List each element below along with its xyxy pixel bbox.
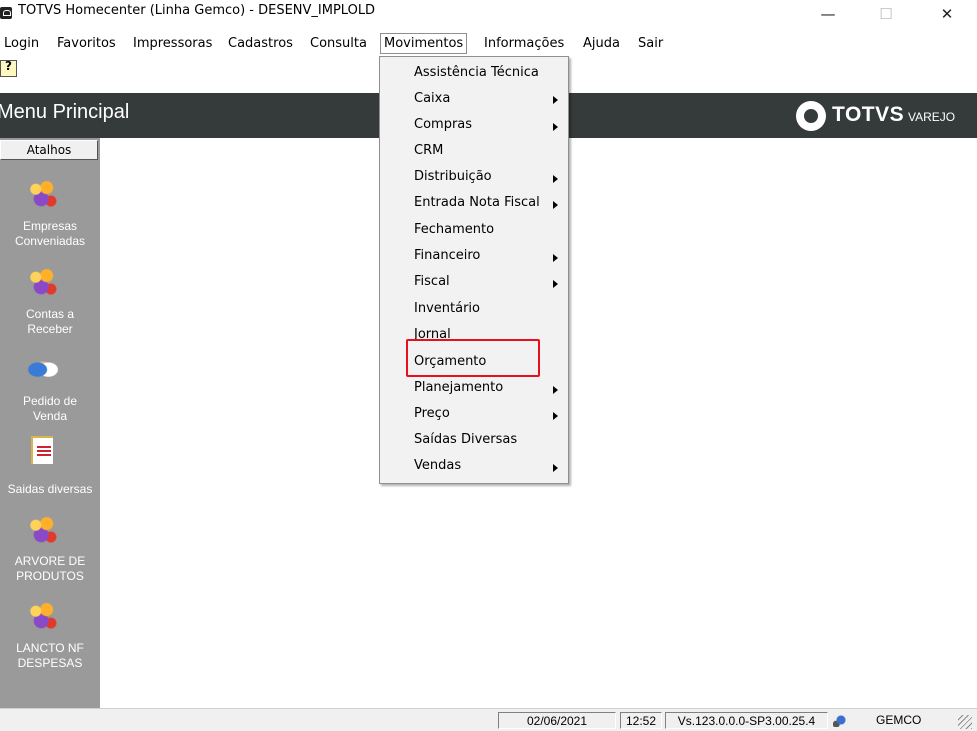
submenu-arrow-icon — [553, 123, 558, 131]
menu-item-inventario[interactable]: Inventário — [414, 301, 480, 316]
menu-movimentos[interactable]: Movimentos — [380, 33, 468, 54]
shortcut-label: Contas a — [25, 307, 75, 321]
movimentos-dropdown: Assistência Técnica Caixa Compras CRM Di… — [379, 56, 569, 484]
menubar: Login Favoritos Impressoras Cadastros Co… — [0, 32, 977, 57]
shortcut-label: Conveniadas — [14, 234, 86, 248]
status-time: 12:52 — [620, 712, 662, 729]
network-icon — [833, 713, 849, 727]
people-group-icon — [25, 178, 61, 210]
submenu-arrow-icon — [553, 280, 558, 288]
window-titlebar: TOTVS Homecenter (Linha Gemco) - DESENV_… — [0, 0, 977, 31]
menu-item-distribuicao[interactable]: Distribuição — [414, 169, 492, 184]
menu-consulta[interactable]: Consulta — [310, 36, 367, 51]
menu-item-saidas-diversas[interactable]: Saídas Diversas — [414, 432, 517, 447]
shortcut-label: LANCTO NF — [16, 641, 84, 655]
shortcut-arvore-de-produtos[interactable]: ARVORE DE PRODUTOS — [0, 514, 100, 589]
menu-ajuda[interactable]: Ajuda — [583, 36, 620, 51]
close-button[interactable]: ✕ — [924, 0, 970, 30]
status-date: 02/06/2021 — [498, 712, 616, 729]
submenu-arrow-icon — [553, 464, 558, 472]
submenu-arrow-icon — [553, 175, 558, 183]
menu-impressoras[interactable]: Impressoras — [133, 36, 212, 51]
menu-cadastros[interactable]: Cadastros — [228, 36, 293, 51]
shortcut-label: Empresas — [22, 219, 78, 233]
shortcut-label: Saidas diversas — [7, 482, 93, 496]
tab-atalhos[interactable]: Atalhos — [0, 140, 98, 160]
menu-item-entrada-nota-fiscal[interactable]: Entrada Nota Fiscal — [414, 195, 540, 210]
submenu-arrow-icon — [553, 201, 558, 209]
submenu-arrow-icon — [553, 254, 558, 262]
menu-item-caixa[interactable]: Caixa — [414, 91, 450, 106]
menu-favoritos[interactable]: Favoritos — [57, 36, 116, 51]
menu-item-vendas[interactable]: Vendas — [414, 458, 461, 473]
submenu-arrow-icon — [553, 96, 558, 104]
menu-item-crm[interactable]: CRM — [414, 143, 443, 158]
totvs-logo-icon — [796, 101, 826, 131]
menu-item-fiscal[interactable]: Fiscal — [414, 274, 450, 289]
menu-item-planejamento[interactable]: Planejamento — [414, 380, 503, 395]
shortcut-contas-a-receber[interactable]: Contas a Receber — [0, 266, 100, 341]
people-group-icon — [25, 266, 61, 298]
shortcut-label: PRODUTOS — [16, 569, 84, 583]
menu-informacoes[interactable]: Informações — [484, 36, 564, 51]
shortcut-label: ARVORE DE — [14, 554, 86, 568]
handshake-icon — [25, 352, 61, 384]
status-version: Vs.123.0.0.0-SP3.00.25.4 — [665, 712, 828, 729]
submenu-arrow-icon — [553, 412, 558, 420]
shortcut-label: Pedido de — [22, 394, 78, 408]
menu-item-assistencia-tecnica[interactable]: Assistência Técnica — [414, 65, 539, 80]
minimize-button[interactable]: — — [805, 0, 851, 30]
document-icon — [25, 436, 61, 468]
shortcut-saidas-diversas[interactable]: Saidas diversas — [0, 436, 100, 501]
menu-item-compras[interactable]: Compras — [414, 117, 472, 132]
menu-item-preco[interactable]: Preço — [414, 406, 450, 421]
menu-login[interactable]: Login — [4, 36, 39, 51]
app-icon[interactable] — [0, 7, 12, 19]
shortcut-pedido-de-venda[interactable]: Pedido de Venda — [0, 352, 100, 427]
maximize-button[interactable]: ☐ — [863, 0, 909, 30]
shortcut-label: Receber — [27, 322, 73, 336]
logo-sub: VAREJO — [908, 110, 956, 124]
shortcut-label: DESPESAS — [17, 656, 83, 670]
people-group-icon — [25, 600, 61, 632]
status-user: GEMCO — [876, 713, 922, 727]
submenu-arrow-icon — [553, 386, 558, 394]
menu-item-financeiro[interactable]: Financeiro — [414, 248, 480, 263]
menu-item-fechamento[interactable]: Fechamento — [414, 222, 494, 237]
shortcut-lancto-nf-despesas[interactable]: LANCTO NF DESPESAS — [0, 600, 100, 675]
orcamento-highlight-box — [406, 339, 540, 377]
menu-sair[interactable]: Sair — [638, 36, 663, 51]
shortcut-label: Venda — [32, 409, 68, 423]
resize-grip-icon[interactable] — [958, 715, 972, 729]
window-title: TOTVS Homecenter (Linha Gemco) - DESENV_… — [18, 3, 376, 18]
statusbar: 02/06/2021 12:52 Vs.123.0.0.0-SP3.00.25.… — [0, 708, 977, 731]
sidebar: Atalhos Empresas Conveniadas Contas a Re… — [0, 138, 100, 708]
shortcut-empresas-conveniadas[interactable]: Empresas Conveniadas — [0, 178, 100, 253]
page-title: Menu Principal — [0, 101, 130, 123]
help-icon[interactable] — [0, 59, 17, 77]
people-group-icon — [25, 514, 61, 546]
logo-word: TOTVS — [832, 103, 905, 126]
